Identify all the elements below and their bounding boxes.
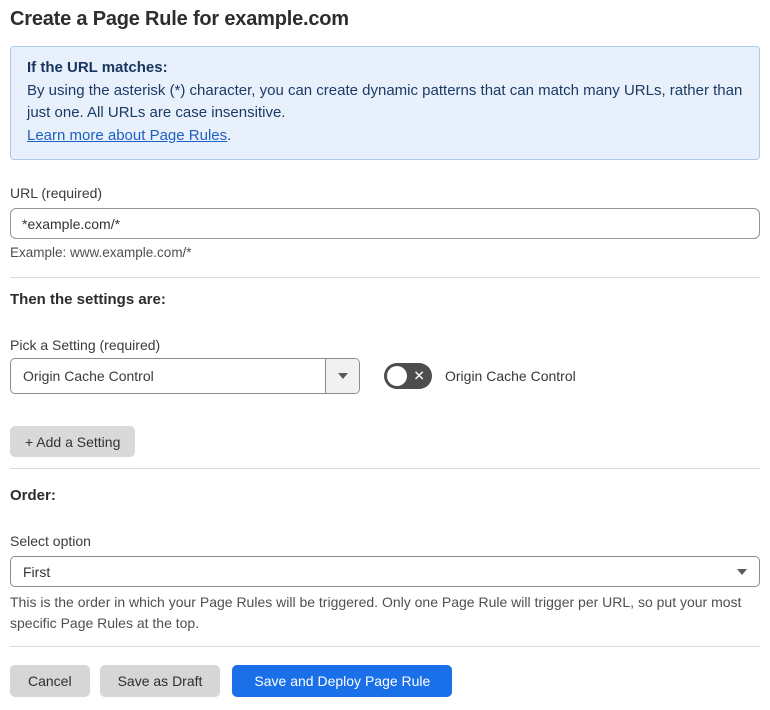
- info-box-heading: If the URL matches:: [27, 59, 168, 76]
- setting-select-caret-button[interactable]: [325, 359, 359, 393]
- setting-select-value: Origin Cache Control: [23, 368, 154, 384]
- order-select[interactable]: First: [10, 556, 760, 587]
- order-helper-text: This is the order in which your Page Rul…: [10, 594, 742, 631]
- divider: [10, 277, 760, 278]
- order-section-heading: Order:: [10, 487, 56, 504]
- add-setting-button[interactable]: + Add a Setting: [10, 426, 136, 457]
- x-icon: ✕: [413, 367, 425, 384]
- settings-section-heading: Then the settings are:: [10, 291, 166, 308]
- url-field-label: URL (required): [10, 185, 103, 201]
- pick-setting-label: Pick a Setting (required): [10, 337, 161, 353]
- learn-more-link[interactable]: Learn more about Page Rules: [27, 127, 227, 144]
- origin-cache-control-toggle[interactable]: ✕: [384, 363, 432, 389]
- info-box-link-line: Learn more about Page Rules.: [27, 125, 743, 148]
- page-title: Create a Page Rule for example.com: [10, 8, 349, 30]
- order-select-value: First: [23, 563, 51, 580]
- info-box-body: By using the asterisk (*) character, you…: [27, 81, 743, 122]
- url-example-helper: Example: www.example.com/*: [10, 245, 192, 260]
- divider: [10, 646, 760, 647]
- cancel-button[interactable]: Cancel: [10, 665, 90, 697]
- url-input[interactable]: [10, 208, 760, 239]
- page-rule-form: Create a Page Rule for example.com If th…: [0, 0, 770, 709]
- toggle-knob: [387, 366, 407, 386]
- chevron-down-icon: [737, 568, 747, 575]
- order-select-label: Select option: [10, 533, 91, 549]
- toggle-label: Origin Cache Control: [445, 368, 576, 384]
- form-footer: Cancel Save as Draft Save and Deploy Pag…: [10, 665, 760, 697]
- chevron-down-icon: [337, 373, 348, 379]
- setting-select[interactable]: Origin Cache Control: [10, 358, 360, 394]
- setting-row: Origin Cache Control ✕ Origin Cache Cont…: [10, 358, 760, 394]
- save-and-deploy-button[interactable]: Save and Deploy Page Rule: [232, 665, 453, 697]
- save-as-draft-button[interactable]: Save as Draft: [99, 665, 221, 697]
- link-suffix: .: [227, 126, 232, 144]
- url-match-info-box: If the URL matches: By using the asteris…: [10, 46, 760, 160]
- divider: [10, 468, 760, 469]
